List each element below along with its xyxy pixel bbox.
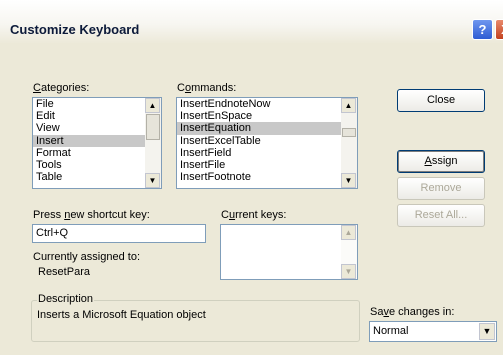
commands-list-item[interactable]: InsertFile — [177, 159, 357, 171]
save-changes-dropdown[interactable]: Normal ▼ — [369, 321, 497, 342]
commands-list-item[interactable]: InsertEnSpace — [177, 110, 357, 122]
commands-list-item[interactable]: InsertExcelTable — [177, 135, 357, 147]
dropdown-arrow-button[interactable]: ▼ — [479, 323, 495, 340]
remove-button[interactable]: Remove — [397, 177, 485, 200]
press-shortcut-label: Press new shortcut key: — [33, 209, 150, 221]
scroll-down-icon: ▼ — [344, 267, 353, 276]
commands-list-item[interactable]: InsertFootnote — [177, 171, 357, 183]
scroll-down-icon: ▼ — [148, 176, 157, 185]
assign-button[interactable]: Assign — [397, 150, 485, 173]
commands-scroll-thumb[interactable] — [342, 128, 356, 137]
categories-list-item[interactable]: Format — [33, 147, 161, 159]
commands-scrollbar[interactable]: ▲ ▼ — [341, 98, 357, 188]
categories-label: Categories: — [33, 82, 90, 94]
description-text: Inserts a Microsoft Equation object — [37, 309, 206, 321]
categories-scroll-down-button[interactable]: ▼ — [145, 173, 160, 188]
help-icon: ? — [478, 22, 487, 37]
save-changes-label: Save changes in: — [370, 306, 455, 318]
currently-assigned-label: Currently assigned to: — [33, 251, 140, 263]
categories-list-item[interactable]: Insert — [33, 134, 161, 147]
commands-list-item[interactable]: InsertEquation — [177, 122, 357, 135]
title-close-button[interactable]: X — [495, 19, 503, 40]
current-keys-scroll-down-button: ▼ — [341, 264, 356, 279]
scroll-up-icon: ▲ — [344, 228, 353, 237]
description-label: Description — [37, 293, 95, 305]
commands-scroll-down-button[interactable]: ▼ — [341, 173, 356, 188]
categories-scroll-thumb[interactable] — [146, 114, 160, 140]
categories-list-item[interactable]: View — [33, 122, 161, 134]
categories-list-item[interactable]: Table — [33, 171, 161, 183]
current-keys-scrollbar: ▲ ▼ — [341, 225, 357, 279]
commands-list-item[interactable]: InsertField — [177, 147, 357, 159]
dialog-title: Customize Keyboard — [10, 22, 140, 37]
current-keys-scroll-up-button: ▲ — [341, 225, 356, 240]
commands-label: Commands: — [177, 82, 237, 94]
categories-list-item[interactable]: Tools — [33, 159, 161, 171]
categories-list-item[interactable]: Edit — [33, 110, 161, 122]
categories-list-item[interactable]: File — [33, 98, 161, 110]
reset-all-button[interactable]: Reset All... — [397, 204, 485, 227]
commands-listbox[interactable]: InsertEndnoteNow InsertEnSpace InsertEquat… — [176, 97, 358, 189]
categories-scrollbar[interactable]: ▲ ▼ — [145, 98, 161, 188]
save-changes-value: Normal — [373, 325, 409, 337]
current-keys-label: Current keys: — [221, 209, 287, 221]
chevron-down-icon: ▼ — [482, 326, 492, 336]
scroll-down-icon: ▼ — [344, 176, 353, 185]
commands-scroll-up-button[interactable]: ▲ — [341, 98, 356, 113]
help-button[interactable]: ? — [472, 19, 493, 40]
close-button[interactable]: Close — [397, 89, 485, 112]
scroll-up-icon: ▲ — [344, 101, 353, 110]
categories-list-items: File Edit View Insert Format Tools Table — [33, 98, 161, 183]
current-keys-listbox[interactable]: ▲ ▼ — [220, 224, 358, 280]
scroll-up-icon: ▲ — [148, 101, 157, 110]
currently-assigned-value: ResetPara — [38, 266, 90, 278]
description-groupbox — [31, 300, 360, 342]
categories-scroll-up-button[interactable]: ▲ — [145, 98, 160, 113]
commands-list-item[interactable]: InsertEndnoteNow — [177, 98, 357, 110]
shortcut-key-input[interactable]: Ctrl+Q — [32, 224, 206, 243]
customize-keyboard-dialog: Customize Keyboard ? X Categories: FileE… — [0, 0, 503, 355]
commands-list-items: InsertEndnoteNow InsertEnSpace InsertEquat… — [177, 98, 357, 183]
title-bar: Customize Keyboard ? X — [0, 0, 503, 44]
categories-listbox[interactable]: File Edit View Insert Format Tools Table ▲ ▼ — [32, 97, 162, 189]
